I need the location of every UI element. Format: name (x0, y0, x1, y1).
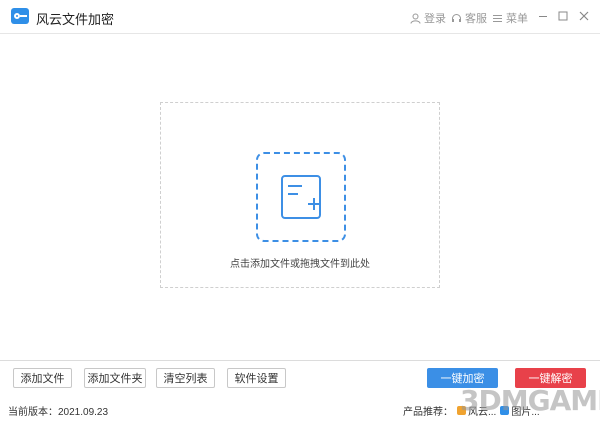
add-file-button[interactable]: 添加文件 (13, 368, 72, 388)
add-file-target[interactable] (256, 152, 346, 242)
minimize-button[interactable] (534, 7, 552, 25)
add-file-icon (281, 175, 321, 219)
file-drop-zone[interactable]: 点击添加文件或拖拽文件到此处 (160, 102, 440, 288)
menu-label: 菜单 (506, 13, 528, 25)
recommend-label: 产品推荐： (403, 407, 453, 418)
user-icon (410, 13, 421, 24)
settings-button[interactable]: 软件设置 (227, 368, 286, 388)
close-icon (579, 11, 589, 21)
service-button[interactable]: 客服 (451, 10, 487, 26)
bottom-divider (0, 360, 600, 361)
menu-icon (493, 14, 502, 22)
maximize-button[interactable] (554, 7, 572, 25)
login-button[interactable]: 登录 (410, 10, 446, 26)
headset-icon (452, 13, 461, 22)
service-label: 客服 (465, 13, 487, 25)
drop-hint-text: 点击添加文件或拖拽文件到此处 (230, 259, 370, 270)
add-folder-button[interactable]: 添加文件夹 (84, 368, 146, 388)
minimize-icon (539, 16, 547, 17)
app-title: 风云文件加密 (36, 12, 115, 27)
maximize-icon (558, 11, 568, 21)
app-logo-icon (11, 8, 29, 24)
clear-list-button[interactable]: 清空列表 (156, 368, 215, 388)
menu-button[interactable]: 菜单 (492, 10, 528, 26)
close-button[interactable] (575, 7, 593, 25)
title-bar: 风云文件加密 登录 客服 菜单 (0, 0, 600, 34)
version-text: 当前版本：2021.09.23 (8, 407, 109, 418)
watermark-text: 3DMGAME (460, 384, 600, 417)
login-label: 登录 (424, 13, 446, 25)
